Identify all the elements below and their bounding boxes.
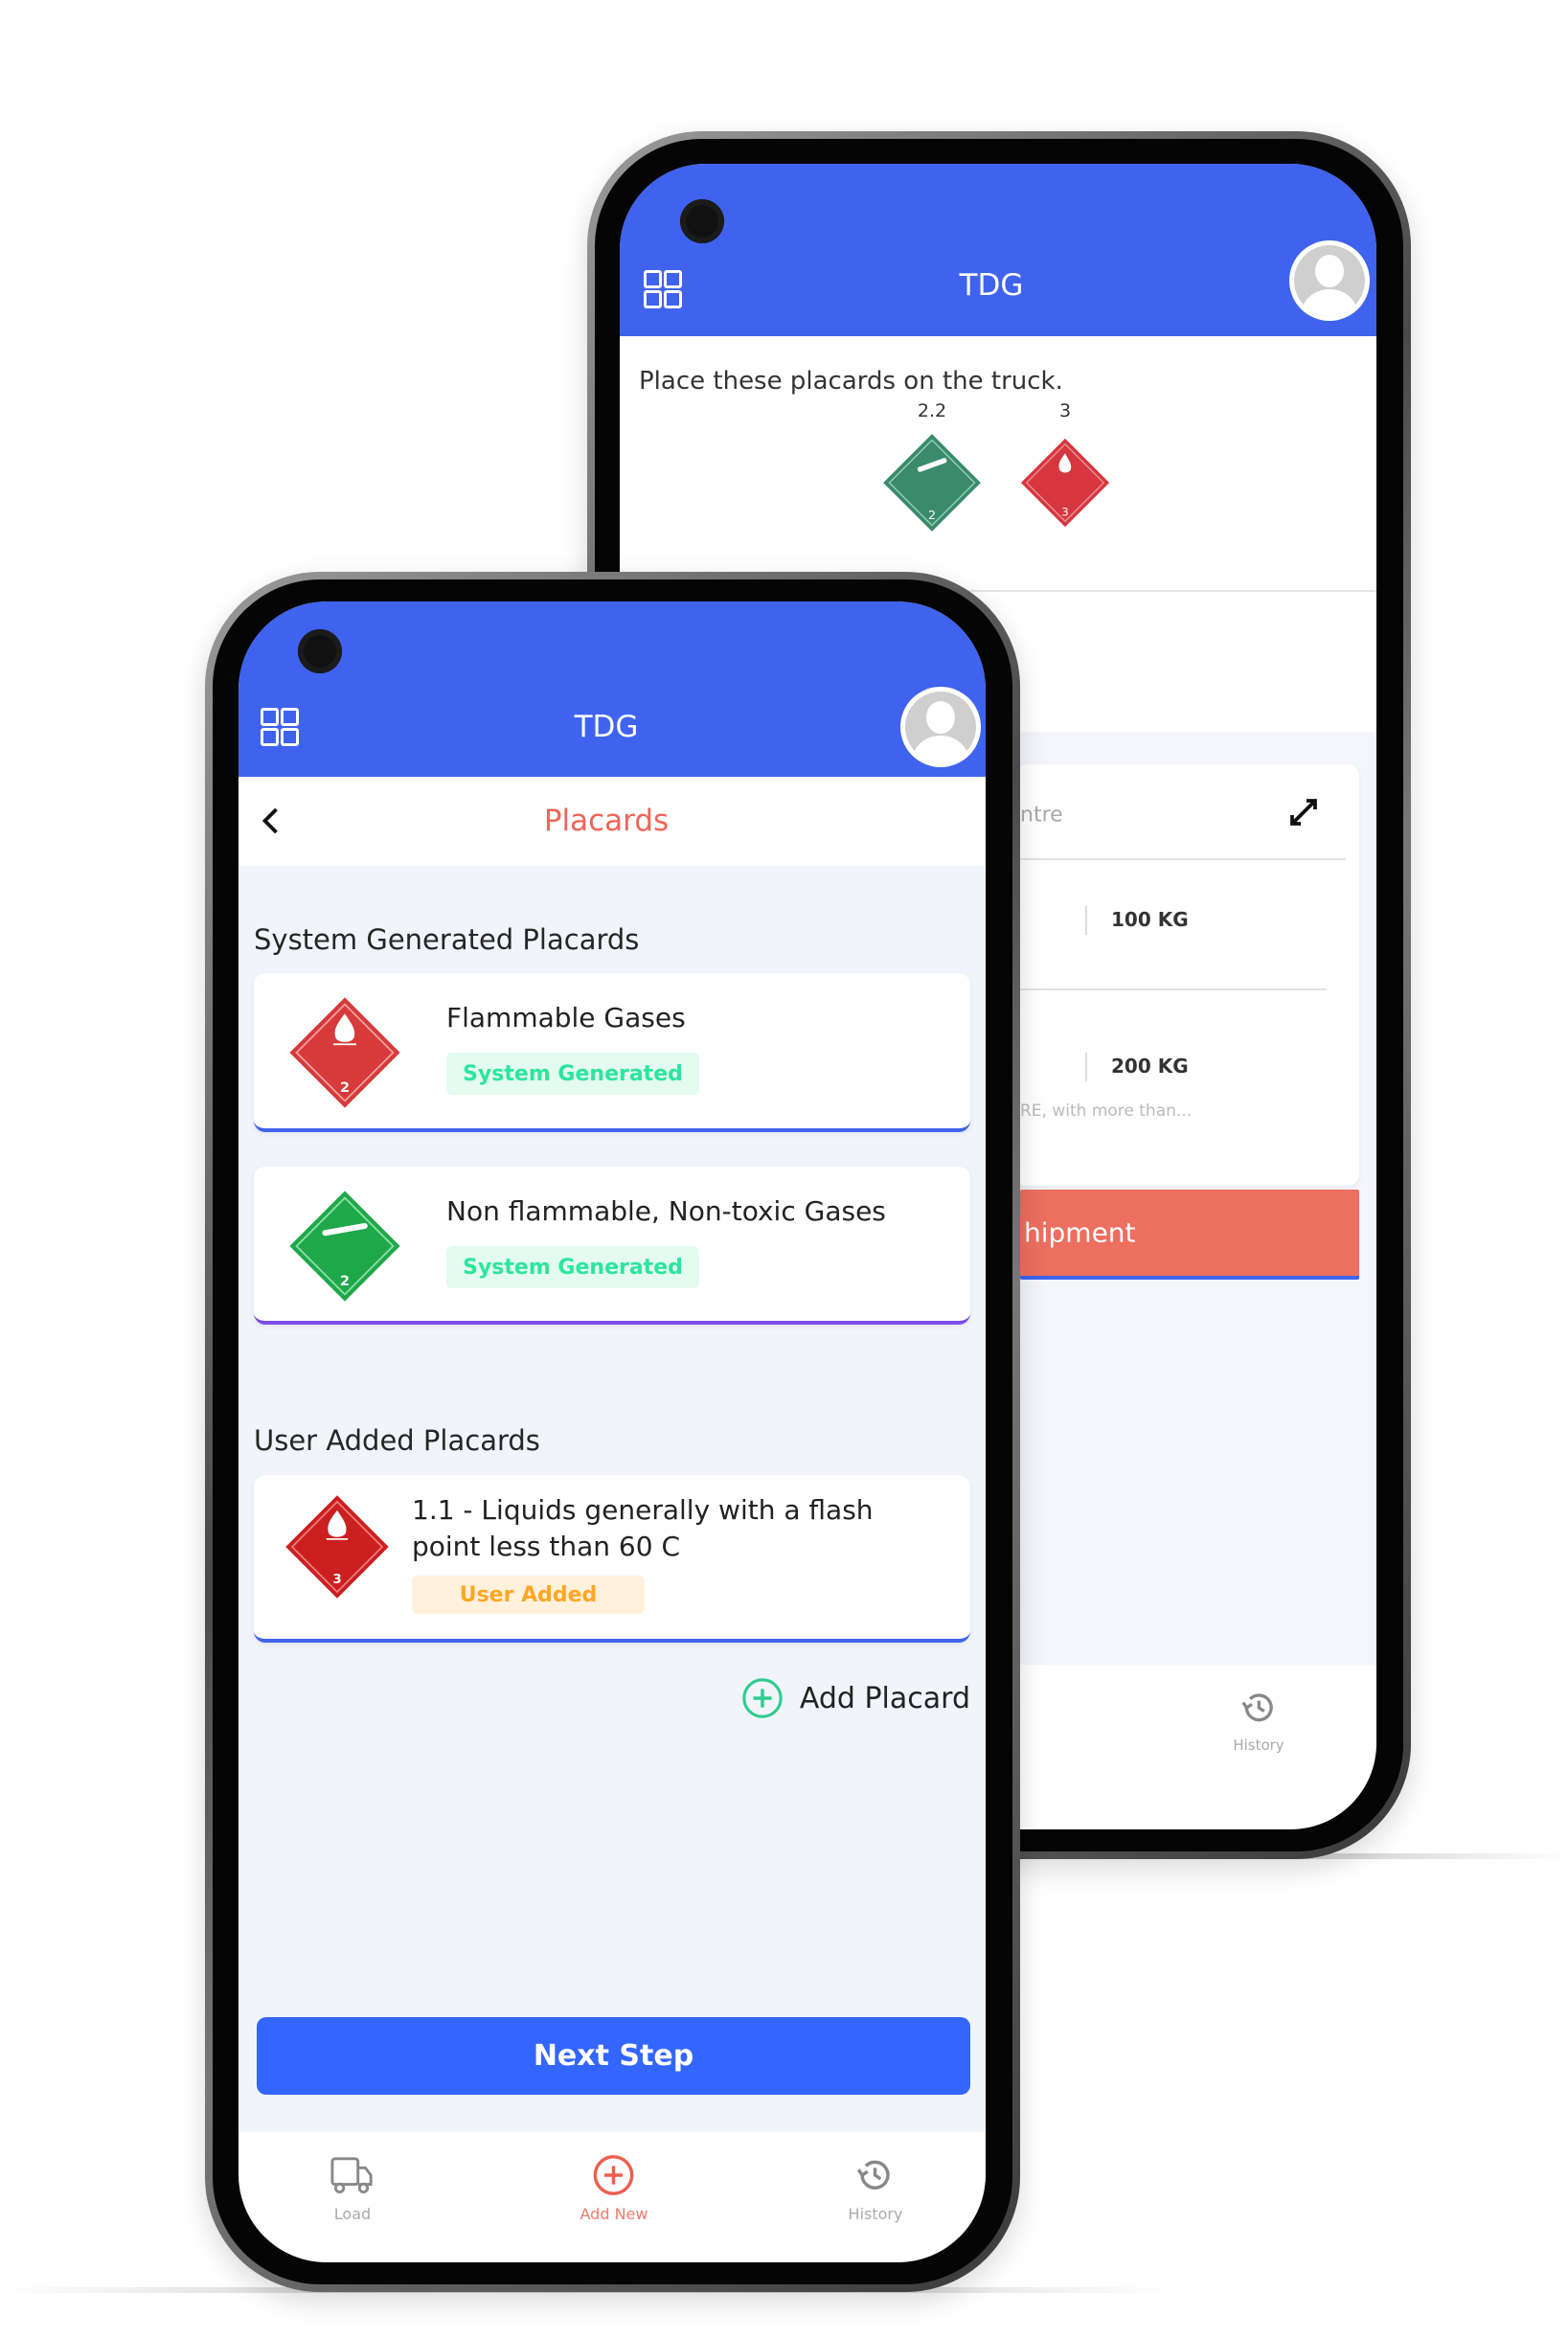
grid-menu-icon[interactable] <box>261 708 299 746</box>
app-header <box>620 164 1376 336</box>
placard-title: Non flammable, Non-toxic Gases <box>446 1195 886 1227</box>
next-step-label: Next Step <box>533 2039 694 2073</box>
app-title: TDG <box>959 268 1024 303</box>
front-camera <box>298 629 342 673</box>
front-phone-screen: TDG Placards System Generated Placards 2… <box>239 602 986 2262</box>
placard-label: 2.2 <box>917 400 947 421</box>
placard-title: Flammable Gases <box>446 1002 686 1033</box>
shipment-button-label: hipment <box>1024 1216 1136 1249</box>
shipment-button[interactable]: hipment <box>1020 1190 1359 1280</box>
nav-label: Load <box>333 2205 372 2223</box>
status-badge: System Generated <box>446 1053 699 1095</box>
expand-icon[interactable] <box>1286 795 1321 829</box>
svg-text:2: 2 <box>928 508 936 522</box>
add-placard-button[interactable]: Add Placard <box>740 1676 970 1720</box>
add-placard-label: Add Placard <box>799 1681 970 1715</box>
grid-menu-icon[interactable] <box>644 270 682 308</box>
app-header <box>239 602 986 777</box>
placard-title-line2: point less than 60 C <box>412 1531 680 1562</box>
nav-label: History <box>848 2205 903 2223</box>
flammable-liquid-placard: 3 <box>285 1495 389 1599</box>
divider <box>1085 1053 1087 1081</box>
divider <box>1020 988 1327 990</box>
non-flammable-gas-placard: 2 <box>289 1191 400 1302</box>
plus-circle-icon <box>742 1678 783 1718</box>
flammable-gas-placard: 2 <box>289 997 400 1108</box>
front-camera <box>680 199 724 243</box>
truck-icon <box>330 2157 373 2194</box>
placard-title-line1: 1.1 - Liquids generally with a flash <box>412 1494 874 1526</box>
weight-value: 100 KG <box>1111 908 1189 931</box>
description-text: RE, with more than... <box>1020 1101 1193 1121</box>
nav-load[interactable]: Load <box>329 2153 376 2223</box>
nav-label: Add New <box>579 2205 648 2223</box>
nav-label: History <box>1233 1736 1284 1754</box>
placard-card[interactable]: 2 Flammable Gases System Generated <box>254 973 970 1132</box>
avatar[interactable] <box>1289 240 1370 321</box>
svg-text:2: 2 <box>340 1080 350 1096</box>
nav-add-new[interactable]: Add New <box>580 2153 648 2223</box>
svg-text:3: 3 <box>332 1573 341 1587</box>
divider <box>1085 906 1087 935</box>
placard-label: 3 <box>1058 400 1072 421</box>
avatar[interactable] <box>900 687 981 767</box>
plus-circle-icon <box>594 2155 634 2195</box>
instruction-text: Place these placards on the truck. <box>639 367 1063 396</box>
weight-value: 200 KG <box>1111 1055 1189 1078</box>
svg-text:2: 2 <box>340 1274 350 1289</box>
back-chevron-icon[interactable] <box>258 804 286 838</box>
placard-card[interactable]: 2 Non flammable, Non-toxic Gases System … <box>254 1167 970 1325</box>
page-title: Placards <box>543 804 670 838</box>
flame-placard: 3 <box>1020 438 1110 528</box>
status-badge: System Generated <box>446 1246 699 1288</box>
field-text: ntre <box>1020 803 1063 828</box>
nav-history[interactable]: History <box>848 2153 903 2223</box>
section-title-user: User Added Placards <box>254 1424 540 1457</box>
placard-card[interactable]: 3 1.1 - Liquids generally with a flash p… <box>254 1475 970 1643</box>
app-title: TDG <box>574 710 639 744</box>
history-icon <box>1241 1693 1273 1722</box>
next-step-button[interactable]: Next Step <box>257 2017 970 2095</box>
gas-cylinder-placard: 2 <box>883 434 981 532</box>
section-title-system: System Generated Placards <box>254 923 640 956</box>
divider <box>1020 858 1346 860</box>
history-icon <box>857 2160 891 2190</box>
status-badge: User Added <box>412 1576 645 1614</box>
svg-text:3: 3 <box>1061 506 1068 519</box>
nav-history[interactable]: History <box>1233 1687 1284 1754</box>
